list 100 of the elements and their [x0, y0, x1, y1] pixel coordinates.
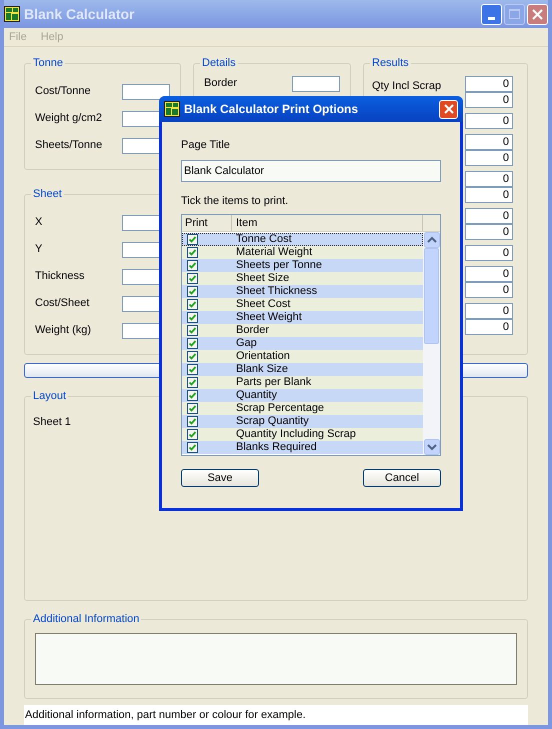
field-label: Thickness	[35, 269, 85, 284]
layout-text: Sheet 1	[33, 416, 71, 428]
result-value: 0	[465, 282, 513, 298]
result-value: 0	[465, 319, 513, 336]
checkbox[interactable]	[187, 364, 198, 375]
result-value: 0	[465, 113, 513, 130]
item-label: Sheet Size	[235, 272, 290, 285]
field-label: Y	[35, 242, 42, 258]
item-label: Orientation	[235, 350, 290, 363]
checkbox[interactable]	[187, 416, 198, 427]
result-value: 0	[465, 171, 513, 188]
list-row[interactable]: Material Weight	[182, 246, 423, 259]
input-field[interactable]	[292, 76, 340, 92]
field-label: X	[35, 215, 42, 230]
close-icon	[444, 104, 454, 114]
result-value: 0	[465, 208, 513, 224]
checkbox[interactable]	[187, 260, 198, 271]
list-row[interactable]: Parts per Blank	[182, 376, 423, 389]
list-row[interactable]: Scrap Percentage	[182, 402, 423, 415]
scrollbar[interactable]	[423, 232, 440, 455]
list-row[interactable]: Border	[182, 324, 423, 337]
item-label: Parts per Blank	[235, 376, 312, 389]
checkbox[interactable]	[187, 299, 198, 310]
list-row[interactable]: Sheet Weight	[182, 311, 423, 324]
item-label: Scrap Quantity	[235, 415, 309, 428]
column-header[interactable]: Item	[232, 215, 423, 232]
list-row[interactable]: Scrap Quantity	[182, 415, 423, 428]
field-label: Page Title	[181, 138, 231, 153]
result-value: 0	[465, 150, 513, 166]
result-value: 0	[465, 224, 513, 240]
status-text: Additional information, part number or colour for example.	[24, 705, 528, 725]
result-value: 0	[465, 245, 513, 262]
checkbox[interactable]	[187, 429, 198, 440]
item-label: Blanks Required	[235, 441, 317, 454]
item-label: Tonne Cost	[235, 233, 292, 246]
item-label: Quantity Including Scrap	[235, 428, 356, 441]
item-label: Sheet Thickness	[235, 285, 318, 298]
field-label: Border	[204, 76, 238, 92]
item-label: Border	[235, 324, 270, 337]
page-title-field[interactable]: Blank Calculator	[181, 160, 441, 182]
input-field[interactable]	[35, 632, 517, 685]
field-label: Cost/Tonne	[35, 84, 91, 100]
list-row[interactable]: Blanks Required	[182, 441, 423, 454]
result-value: 0	[465, 92, 513, 108]
item-label: Blank Size	[235, 363, 288, 376]
window-title: Blank Calculator	[24, 4, 134, 24]
field-label: Sheets/Tonne	[35, 138, 102, 154]
result-value: 0	[465, 187, 513, 204]
list-row[interactable]: Orientation	[182, 350, 423, 363]
result-value: 0	[465, 303, 513, 320]
checkbox[interactable]	[187, 234, 198, 245]
field-label: Cost/Sheet	[35, 296, 90, 312]
app-icon	[164, 101, 180, 117]
result-value: 0	[465, 266, 513, 282]
item-label: Scrap Percentage	[235, 402, 324, 415]
checkbox[interactable]	[187, 390, 198, 401]
list-row[interactable]: Blank Size	[182, 363, 423, 376]
checkbox[interactable]	[187, 286, 198, 297]
input-field[interactable]	[122, 84, 170, 100]
list-row[interactable]: Sheet Cost	[182, 298, 423, 311]
checkbox[interactable]	[187, 403, 198, 414]
checkbox[interactable]	[187, 442, 198, 453]
checkbox[interactable]	[187, 247, 198, 258]
item-label: Material Weight	[235, 246, 312, 259]
field-label: Weight (kg)	[35, 323, 92, 338]
checkbox[interactable]	[187, 312, 198, 323]
checkbox[interactable]	[187, 338, 198, 349]
item-label: Sheet Weight	[235, 311, 302, 324]
save-button[interactable]: Save	[181, 469, 259, 487]
instruction-text: Tick the items to print.	[181, 194, 290, 208]
checkbox[interactable]	[187, 377, 198, 388]
list-row[interactable]: Quantity Including Scrap	[182, 428, 423, 441]
dialog-title: Blank Calculator Print Options	[184, 101, 358, 118]
cancel-button[interactable]: Cancel	[363, 469, 441, 487]
app-icon	[4, 6, 20, 22]
result-value: 0	[465, 76, 513, 92]
list-row[interactable]: Sheets per Tonne	[182, 259, 423, 272]
scroll-down-icon[interactable]	[424, 439, 440, 455]
close-icon	[532, 8, 543, 20]
group-title: Layout	[31, 389, 68, 404]
list-row[interactable]: Gap	[182, 337, 423, 350]
minimize-button[interactable]	[481, 4, 502, 25]
close-button[interactable]	[527, 4, 548, 25]
checkbox[interactable]	[187, 325, 198, 336]
list-row[interactable]: Sheet Size	[182, 272, 423, 285]
list-row[interactable]: Sheet Thickness	[182, 285, 423, 298]
checkbox[interactable]	[187, 351, 198, 362]
result-label: Qty Incl Scrap	[372, 79, 442, 94]
column-header[interactable]: Print	[182, 215, 232, 232]
item-label: Gap	[235, 337, 257, 350]
close-button[interactable]	[439, 100, 458, 118]
item-label: Sheet Cost	[235, 298, 290, 311]
scroll-up-icon[interactable]	[424, 232, 440, 248]
scroll-thumb[interactable]	[424, 248, 439, 344]
list-row[interactable]: Tonne Cost	[182, 233, 423, 246]
item-label: Quantity	[235, 389, 277, 402]
checkbox[interactable]	[187, 273, 198, 284]
list-row[interactable]: Quantity	[182, 389, 423, 402]
item-label: Sheets per Tonne	[235, 259, 322, 272]
field-label: Weight g/cm2	[35, 111, 102, 126]
